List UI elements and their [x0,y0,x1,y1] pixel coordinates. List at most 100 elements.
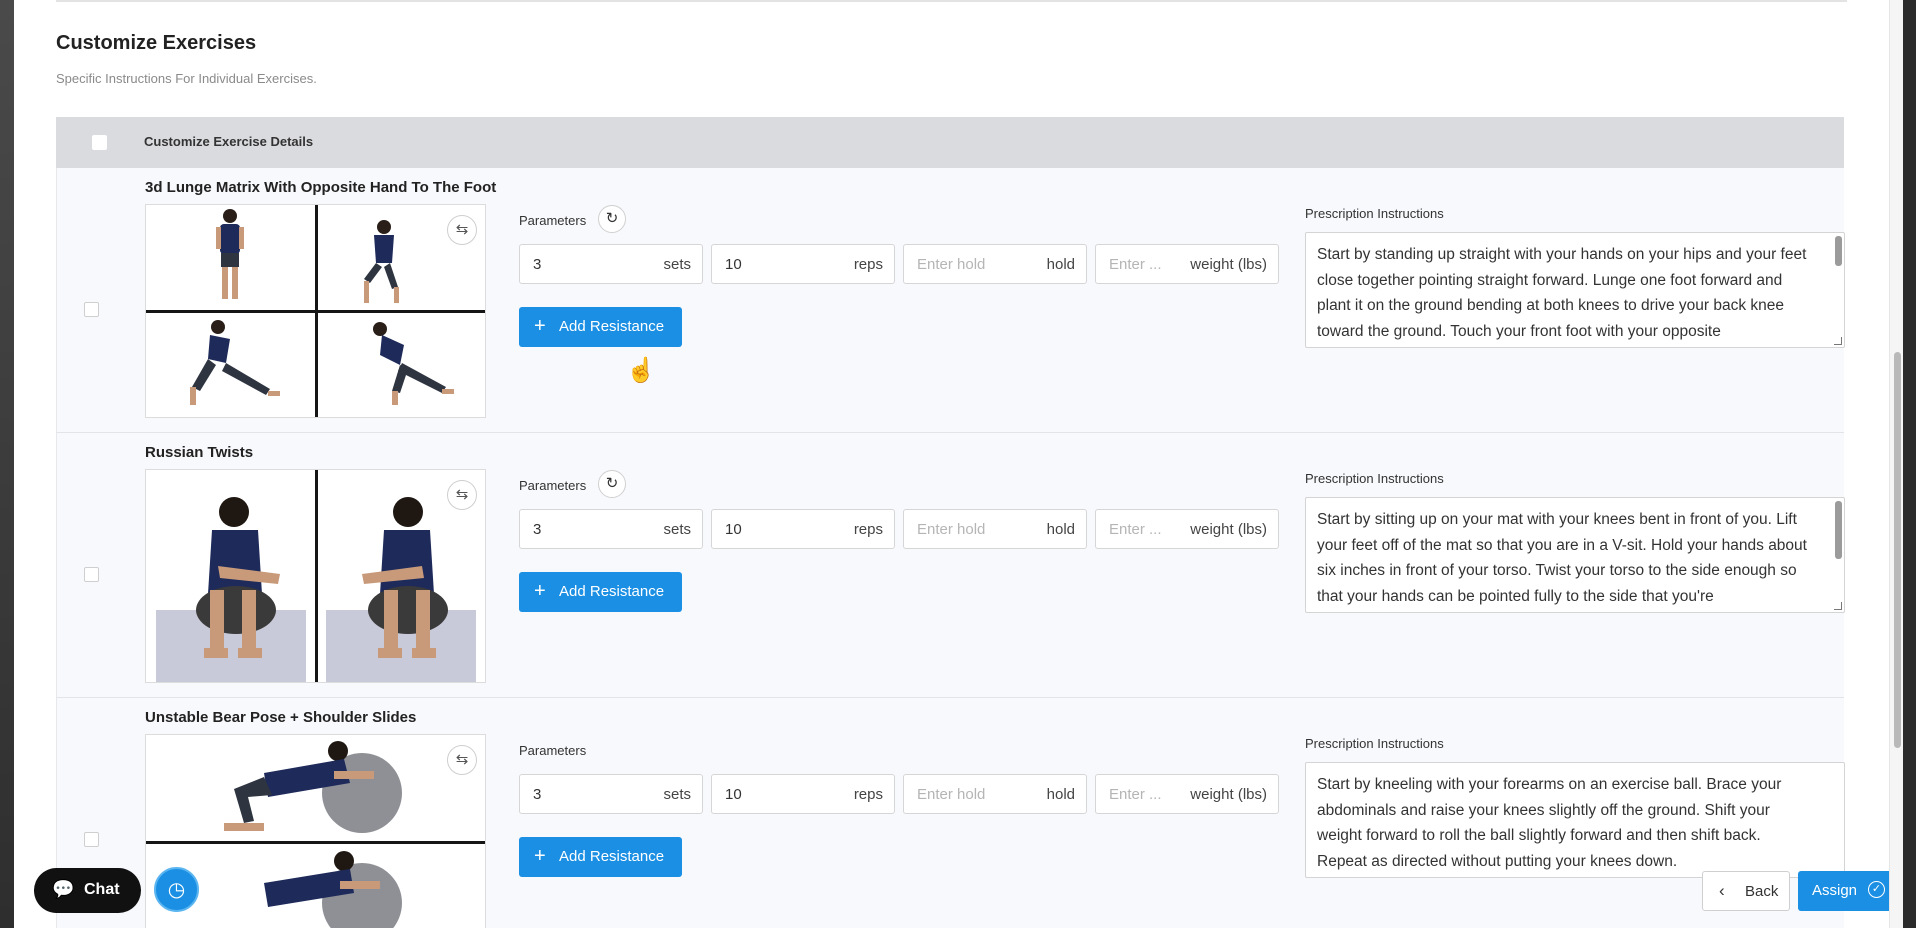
chevron-left-icon: ‹ [1719,881,1725,900]
sets-input[interactable]: 3 sets [519,774,703,814]
textarea-scrollbar[interactable] [1835,501,1842,559]
exercise-select-checkbox[interactable] [84,302,99,317]
chat-label: Chat [84,881,120,898]
page-scrollbar[interactable] [1889,0,1903,928]
hold-placeholder: Enter hold [917,521,986,538]
prescription-text: Start by standing up straight with your … [1317,246,1807,340]
sets-value: 3 [533,786,542,803]
hold-placeholder: Enter hold [917,256,986,273]
exercise-select-checkbox[interactable] [84,832,99,847]
figure-reverse-lunge [373,322,454,405]
swap-icon[interactable]: ⇆ [447,215,477,245]
weight-unit: weight (lbs) [1190,521,1267,538]
image-divider [146,841,485,844]
sets-value: 3 [533,521,542,538]
section-title: Customize Exercises [56,32,257,54]
prescription-text: Start by sitting up on your mat with you… [1317,511,1807,605]
prescription-textarea[interactable]: Start by sitting up on your mat with you… [1305,497,1845,613]
exercise-row: Russian Twists ⇆ Parameters ↻ 3 sets 10 … [56,433,1845,698]
prescription-text: Start by kneeling with your forearms on … [1317,776,1782,870]
window-edge-left [0,0,14,928]
assign-button[interactable]: Assign ✓ [1798,871,1889,911]
reps-input[interactable]: 10 reps [711,244,895,284]
figure-russian-twist [196,497,280,658]
exercise-title: Unstable Bear Pose + Shoulder Slides [145,709,417,726]
weight-input[interactable]: Enter ... weight (lbs) [1095,774,1279,814]
weight-placeholder: Enter ... [1109,786,1162,803]
prescription-label: Prescription Instructions [1305,206,1444,221]
history-icon[interactable]: ◷ [154,867,199,912]
figure-bear-pose [264,851,402,928]
add-resistance-button[interactable]: + Add Resistance [519,307,682,347]
weight-unit: weight (lbs) [1190,786,1267,803]
reps-value: 10 [725,521,742,538]
plus-icon: + [534,845,546,867]
weight-placeholder: Enter ... [1109,521,1162,538]
resize-handle[interactable] [1834,602,1842,610]
reps-input[interactable]: 10 reps [711,774,895,814]
hold-input[interactable]: Enter hold hold [903,244,1087,284]
exercise-select-checkbox[interactable] [84,567,99,582]
add-resistance-button[interactable]: + Add Resistance [519,837,682,877]
back-button[interactable]: ‹ Back [1702,871,1790,911]
chat-button[interactable]: 💬 Chat [34,868,141,913]
hold-placeholder: Enter hold [917,786,986,803]
prescription-textarea[interactable]: Start by standing up straight with your … [1305,232,1845,348]
reps-unit: reps [853,786,883,803]
scrollbar-thumb[interactable] [1894,352,1901,748]
table-header: Customize Exercise Details [56,117,1844,168]
figure-russian-twist [362,497,448,658]
sets-unit: sets [663,256,691,273]
select-all-checkbox[interactable] [92,135,107,150]
figure-bear-pose [224,741,402,833]
back-label: Back [1745,883,1779,900]
exercise-thumbnail: ⇆ [145,469,486,683]
add-resistance-label: Add Resistance [559,318,665,335]
image-divider [315,470,318,682]
image-divider [146,310,485,313]
exercise-title: Russian Twists [145,444,254,461]
reps-input[interactable]: 10 reps [711,509,895,549]
plus-icon: + [534,580,546,602]
reset-icon[interactable]: ↻ [598,470,626,498]
reps-value: 10 [725,786,742,803]
sets-input[interactable]: 3 sets [519,509,703,549]
exercise-row: Unstable Bear Pose + Shoulder Slides ⇆ P… [56,698,1845,928]
check-circle-icon: ✓ [1868,881,1885,898]
divider [56,0,1847,2]
sets-value: 3 [533,256,542,273]
reps-unit: reps [853,256,883,273]
figure-lunge [364,220,399,303]
sets-input[interactable]: 3 sets [519,244,703,284]
add-resistance-label: Add Resistance [559,583,665,600]
reps-unit: reps [853,521,883,538]
page-content: Customize Exercises Specific Instruction… [14,0,1889,928]
swap-icon[interactable]: ⇆ [447,745,477,775]
prescription-label: Prescription Instructions [1305,471,1444,486]
hand-pointer-icon: ☝ [626,357,656,384]
resize-handle[interactable] [1834,337,1842,345]
weight-unit: weight (lbs) [1190,256,1267,273]
weight-input[interactable]: Enter ... weight (lbs) [1095,509,1279,549]
reset-icon[interactable]: ↻ [598,205,626,233]
swap-icon[interactable]: ⇆ [447,480,477,510]
sets-unit: sets [663,786,691,803]
add-resistance-button[interactable]: + Add Resistance [519,572,682,612]
table-header-label: Customize Exercise Details [144,134,314,149]
assign-label: Assign [1812,882,1858,899]
plus-icon: + [534,315,546,337]
exercise-row: 3d Lunge Matrix With Opposite Hand To Th… [56,168,1845,433]
parameters-label: Parameters [519,478,587,493]
prescription-textarea[interactable]: Start by kneeling with your forearms on … [1305,762,1845,878]
exercise-title: 3d Lunge Matrix With Opposite Hand To Th… [145,179,497,196]
parameters-label: Parameters [519,213,587,228]
hold-input[interactable]: Enter hold hold [903,774,1087,814]
textarea-scrollbar[interactable] [1835,236,1842,266]
prescription-label: Prescription Instructions [1305,736,1444,751]
chat-bubble-icon: 💬 [52,879,75,899]
exercise-thumbnail: ⇆ [145,204,486,418]
hold-input[interactable]: Enter hold hold [903,509,1087,549]
reps-value: 10 [725,256,742,273]
figure-standing [216,209,244,299]
weight-input[interactable]: Enter ... weight (lbs) [1095,244,1279,284]
